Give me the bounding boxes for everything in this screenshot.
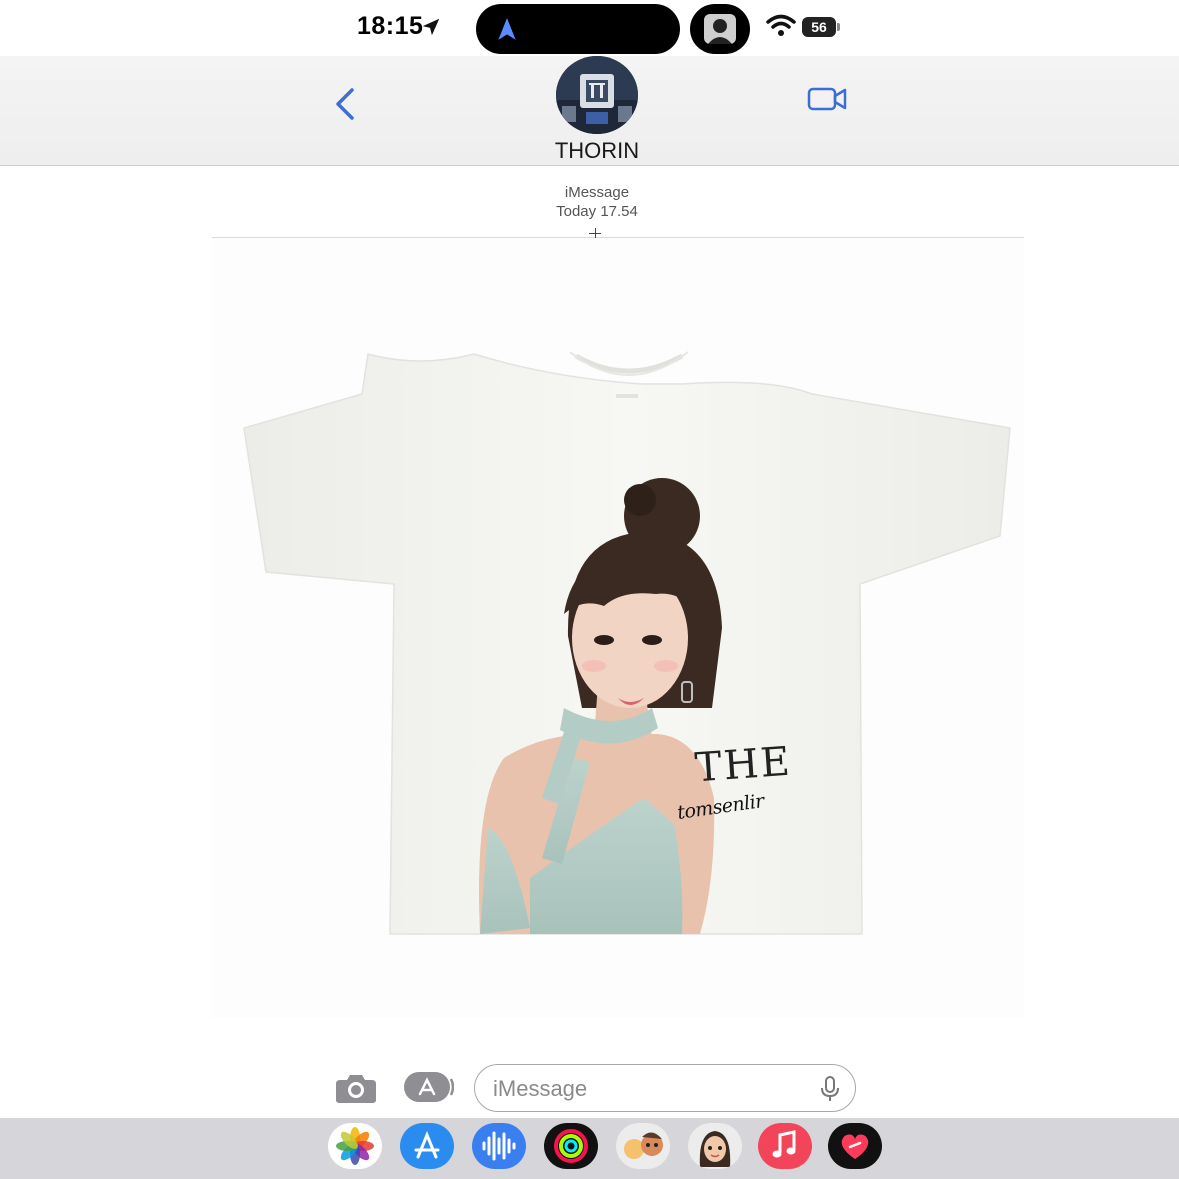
- battery-level: 56: [802, 17, 836, 37]
- print-subtitle: tomsenlir: [675, 790, 766, 824]
- microphone-icon[interactable]: [819, 1075, 841, 1103]
- audio-message-icon[interactable]: [472, 1123, 526, 1169]
- navigation-icon: [498, 18, 516, 40]
- image-attachment[interactable]: THE tomsenlir: [212, 238, 1024, 1018]
- t-shirt-image: [243, 351, 1011, 935]
- video-call-button[interactable]: [806, 84, 848, 114]
- chat-header: THORIN: [0, 56, 1179, 166]
- memoji-icon[interactable]: [688, 1123, 742, 1169]
- photos-app-icon[interactable]: [328, 1123, 382, 1169]
- app-store-button[interactable]: [402, 1070, 454, 1104]
- contact-name[interactable]: THORIN: [497, 138, 697, 164]
- live-activity-icon[interactable]: [690, 4, 750, 54]
- status-bar: 18:15 56: [0, 0, 1179, 56]
- shirt-print-caption: THE tomsenlir: [675, 739, 793, 842]
- print-title: THE: [693, 738, 794, 792]
- message-input[interactable]: [493, 1074, 813, 1104]
- contact-avatar[interactable]: [556, 56, 638, 134]
- message-timestamp: Today 17.54: [556, 203, 638, 220]
- camera-button[interactable]: [334, 1070, 378, 1106]
- music-app-icon[interactable]: [758, 1123, 812, 1169]
- fitness-app-icon[interactable]: [544, 1123, 598, 1169]
- message-field[interactable]: [474, 1064, 856, 1112]
- back-button[interactable]: [328, 84, 360, 124]
- digital-touch-icon[interactable]: [828, 1123, 882, 1169]
- battery-icon: 56: [802, 17, 840, 37]
- memoji-stickers-icon[interactable]: [616, 1123, 670, 1169]
- message-service-label: iMessage: [564, 184, 630, 201]
- dynamic-island[interactable]: [476, 4, 680, 54]
- location-arrow-icon: [422, 18, 440, 36]
- app-drawer: [0, 1118, 1179, 1179]
- status-time: 18:15: [357, 12, 424, 40]
- wifi-icon: [766, 14, 796, 36]
- divider-tick: [589, 233, 601, 234]
- message-composer: [0, 1056, 1179, 1118]
- app-store-app-icon[interactable]: [400, 1123, 454, 1169]
